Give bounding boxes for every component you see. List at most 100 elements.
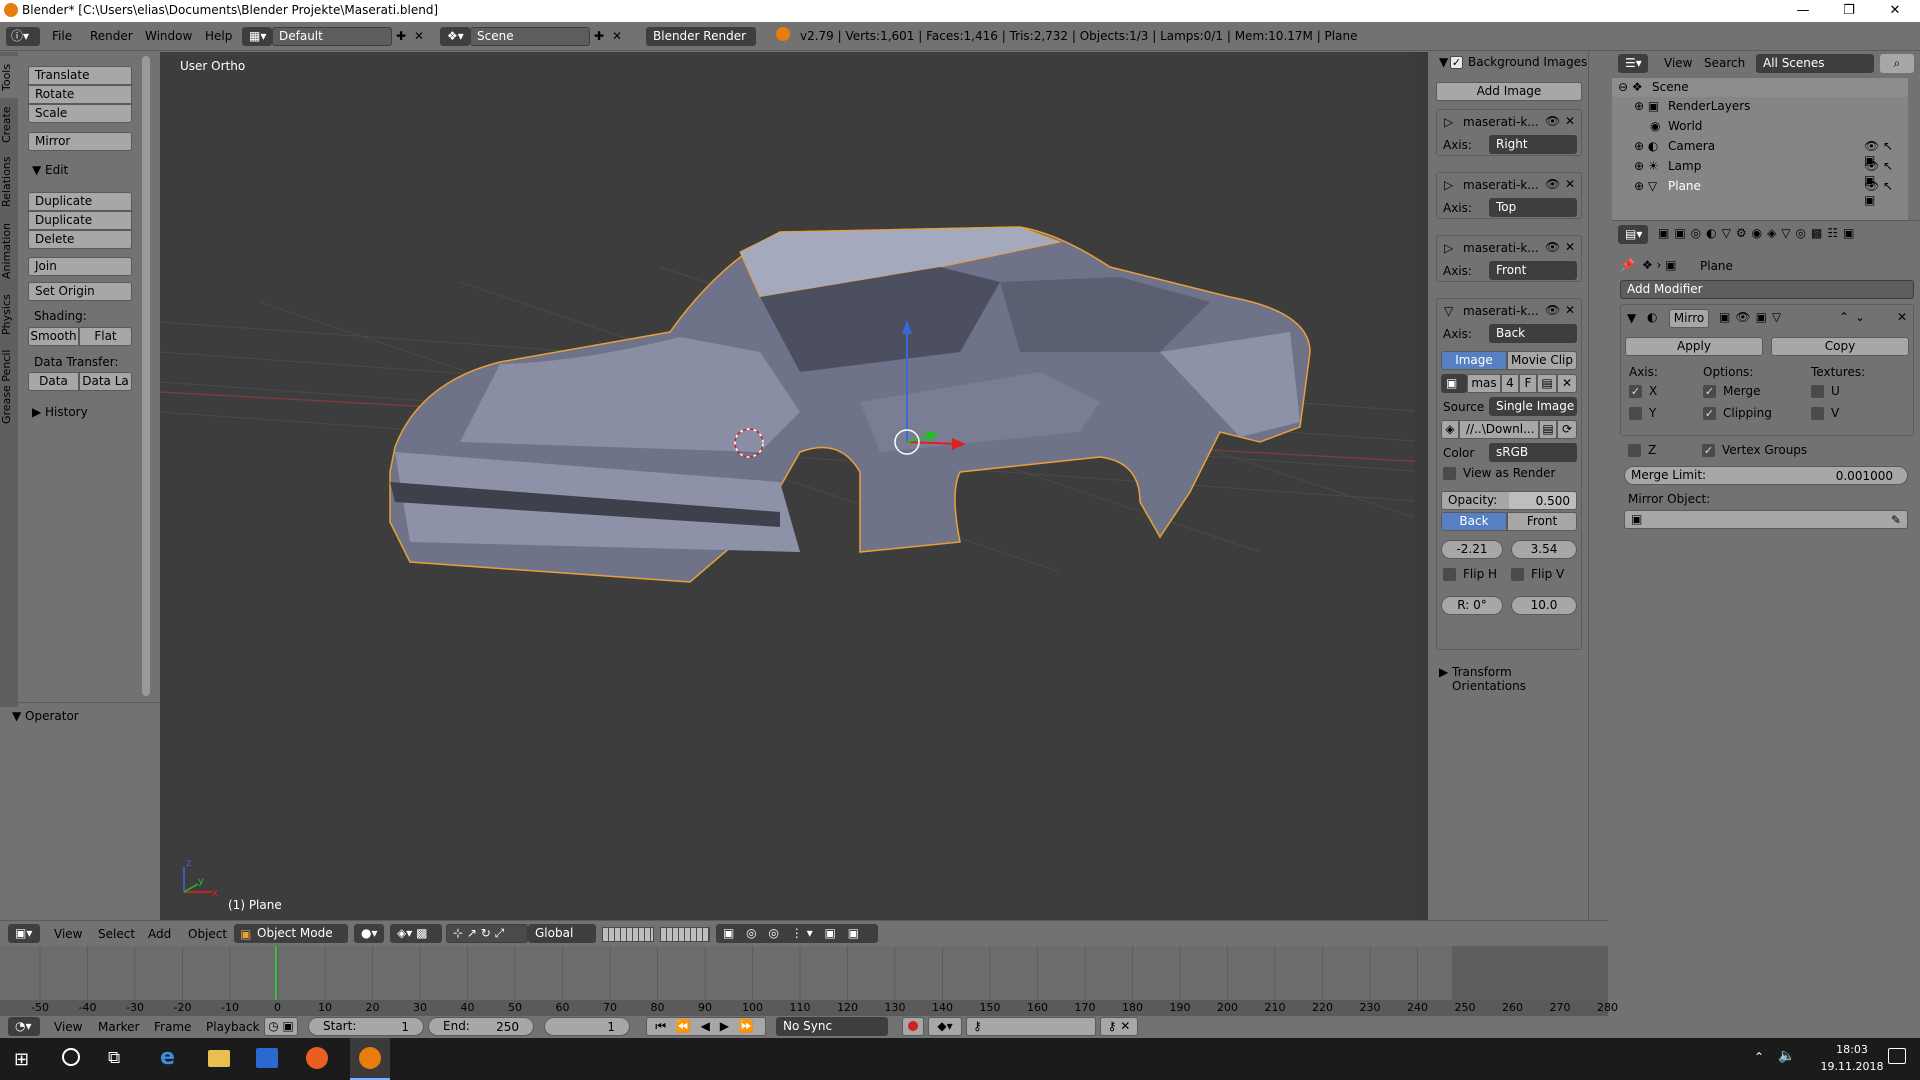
screen-layout-icon[interactable]: ▦▾ [242, 27, 272, 46]
blender-taskbar-item[interactable] [350, 1038, 390, 1080]
delete-button[interactable]: Delete [28, 230, 132, 249]
tab-animation[interactable]: Animation [0, 217, 18, 285]
set-origin-button[interactable]: Set Origin [28, 282, 132, 301]
mirror-button[interactable]: Mirror [28, 132, 132, 151]
data-layout-button[interactable]: Data La [79, 372, 132, 391]
visibility-eye-icon[interactable]: 👁 ↖ ▣ [1864, 179, 1908, 207]
tl-menu-frame[interactable]: Frame [154, 1020, 191, 1034]
tl-menu-view[interactable]: View [54, 1020, 82, 1034]
clock-date[interactable]: 19.11.2018 [1820, 1060, 1884, 1073]
close-button[interactable]: ✕ [1872, 0, 1918, 22]
remove-icon[interactable]: ✕ [1565, 177, 1575, 191]
outliner-row-lamp[interactable]: ⊕ ☀ Lamp 👁 ↖ ▣ [1612, 157, 1908, 187]
outliner-search-menu[interactable]: Search [1704, 56, 1745, 70]
notifications-icon[interactable] [1888, 1048, 1906, 1064]
remove-icon[interactable]: ✕ [1565, 114, 1575, 128]
transform-orientations-header[interactable]: Transform Orientations [1452, 665, 1588, 693]
rotate-button[interactable]: Rotate [28, 85, 132, 104]
tab-create[interactable]: Create [0, 102, 18, 148]
remove-scene-icon[interactable]: ✕ [612, 29, 622, 43]
render-engine-select[interactable]: Blender Render [646, 27, 756, 46]
pin-icon[interactable]: 📌 [1620, 258, 1635, 272]
menu-file[interactable]: File [52, 29, 72, 43]
playback-controls-icons[interactable]: ⏮ ⏪ ◀ ▶ ⏩ ⏭ [646, 1017, 766, 1050]
edge-browser-icon[interactable]: e [160, 1045, 175, 1070]
record-icon[interactable] [902, 1017, 924, 1036]
duplicate-linked-button[interactable]: Duplicate Linked [28, 211, 132, 244]
store-icon[interactable] [256, 1048, 278, 1068]
reload-icon[interactable]: ⟳ [1557, 420, 1577, 439]
remove-icon[interactable]: ✕ [1565, 303, 1575, 317]
image-browse-icon[interactable]: ▣ [1441, 374, 1467, 393]
outliner-editor-icon[interactable]: ☰▾ [1618, 54, 1648, 73]
texture-v-checkbox[interactable] [1811, 407, 1824, 420]
preview-range-icon[interactable]: ◷ ▣ [264, 1017, 298, 1036]
flip-h-checkbox[interactable] [1443, 568, 1456, 581]
editor-type-info-icon[interactable]: ⓘ▾ [6, 27, 40, 46]
add-layout-icon[interactable]: ✚ [396, 29, 406, 43]
front-toggle[interactable]: Front [1507, 512, 1577, 531]
history-arrow-icon[interactable]: ▶ [32, 405, 41, 419]
tab-grease-pencil[interactable]: Grease Pencil [0, 344, 18, 430]
join-button[interactable]: Join [28, 257, 132, 276]
layer-buttons-left[interactable] [602, 927, 654, 942]
car-mesh[interactable] [389, 226, 1311, 583]
viewport-editor-icon[interactable]: ▣▾ [8, 924, 40, 943]
keying-set-icon[interactable]: ◆▾ [928, 1017, 962, 1036]
task-view-icon[interactable]: ⧉ [108, 1048, 120, 1068]
modifier-collapse-icon[interactable]: ▼ [1627, 311, 1636, 325]
outliner-row-renderlayers[interactable]: ⊕ ▣ RenderLayers [1612, 97, 1908, 117]
start-windows-icon[interactable]: ⊞ [14, 1049, 29, 1070]
tl-menu-marker[interactable]: Marker [98, 1020, 139, 1034]
firefox-icon[interactable] [306, 1047, 328, 1069]
size-field[interactable]: 10.0 [1511, 596, 1577, 615]
offset-x-field[interactable]: -2.21 [1441, 540, 1503, 559]
clock-time[interactable]: 18:03 [1820, 1043, 1884, 1056]
scene-field[interactable]: Scene [470, 27, 590, 46]
sync-mode-select[interactable]: No Sync [776, 1017, 888, 1036]
eyedropper-icon[interactable]: ✎ [1891, 512, 1901, 529]
axis-select[interactable]: Top [1489, 198, 1577, 217]
search-cortana-icon[interactable] [62, 1048, 80, 1066]
mirror-object-field[interactable]: ▣ ✎ [1624, 510, 1908, 529]
tab-image[interactable]: Image [1441, 351, 1507, 370]
menu-help[interactable]: Help [205, 29, 232, 43]
axis-select[interactable]: Front [1489, 261, 1577, 280]
vp-menu-object[interactable]: Object [188, 927, 227, 941]
vertex-groups-checkbox[interactable]: ✓ [1702, 444, 1715, 457]
remove-icon[interactable]: ✕ [1565, 240, 1575, 254]
eye-icon[interactable]: 👁 [1545, 240, 1560, 254]
menu-window[interactable]: Window [145, 29, 192, 43]
minimize-button[interactable]: — [1780, 0, 1826, 22]
merge-limit-field[interactable]: Merge Limit: 0.001000 [1624, 466, 1908, 485]
pivot-snap-icons[interactable]: ◈▾ ▩ [390, 924, 442, 943]
history-panel-header[interactable]: History [45, 405, 88, 419]
modifier-move-icons[interactable]: ⌃⌄ [1839, 310, 1871, 324]
back-toggle[interactable]: Back [1441, 512, 1507, 531]
outliner-view-menu[interactable]: View [1664, 56, 1692, 70]
eye-icon[interactable]: 👁 [1545, 303, 1560, 317]
tool-shelf-scrollbar[interactable] [142, 56, 150, 696]
expand-arrow-icon[interactable]: ▷ [1444, 241, 1453, 255]
vp-menu-select[interactable]: Select [98, 927, 135, 941]
remove-layout-icon[interactable]: ✕ [414, 29, 424, 43]
merge-checkbox[interactable]: ✓ [1703, 385, 1716, 398]
image-name-field[interactable]: mas [1467, 374, 1501, 393]
3d-viewport[interactable]: z y x User Ortho (1) Plane [160, 52, 1428, 920]
volume-icon[interactable]: 🔈 [1778, 1048, 1795, 1064]
duplicate-button[interactable]: Duplicate [28, 192, 132, 211]
file-explorer-icon[interactable] [208, 1050, 230, 1067]
image-path-field[interactable]: //..\Downl... [1459, 420, 1539, 439]
smooth-button[interactable]: Smooth [28, 327, 79, 346]
fake-user-button[interactable]: F [1519, 374, 1537, 393]
opacity-slider[interactable]: Opacity: 0.500 [1441, 491, 1577, 510]
orientation-select[interactable]: Global [528, 924, 596, 943]
open-image-icon[interactable]: ▤ [1537, 374, 1557, 393]
flat-button[interactable]: Flat [79, 327, 132, 346]
axis-x-checkbox[interactable]: ✓ [1629, 385, 1642, 398]
snap-proportional-icons[interactable]: ▣ ◎ ◎ ⋮▾ ▣ ▣ ▣ [716, 924, 878, 957]
source-select[interactable]: Single Image [1489, 397, 1577, 416]
maximize-button[interactable]: ❐ [1826, 0, 1872, 22]
flip-v-checkbox[interactable] [1511, 568, 1524, 581]
tl-menu-playback[interactable]: Playback [206, 1020, 260, 1034]
